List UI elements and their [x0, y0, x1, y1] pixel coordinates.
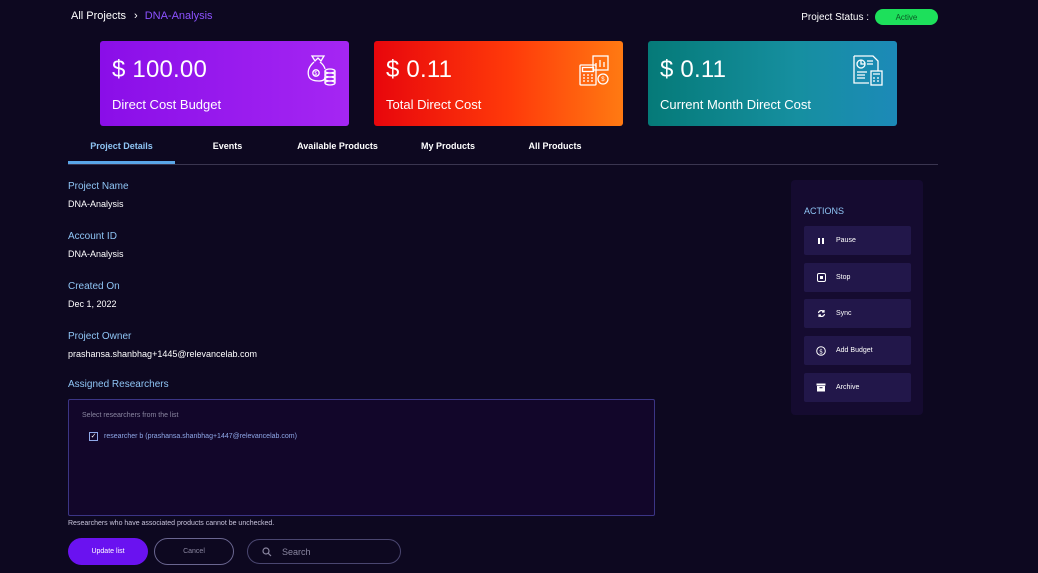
add-budget-button[interactable]: $ Add Budget: [804, 336, 911, 365]
add-budget-label: Add Budget: [836, 347, 873, 354]
assigned-researchers-label: Assigned Researchers: [68, 379, 169, 390]
sync-button[interactable]: Sync: [804, 299, 911, 328]
dollar-coin-icon: $: [816, 345, 826, 356]
pause-button[interactable]: Pause: [804, 226, 911, 255]
researchers-note: Researchers who have associated products…: [68, 520, 275, 527]
total-direct-cost-card: $ 0.11 Total Direct Cost $: [374, 41, 623, 126]
project-tabs: Project Details Events Available Product…: [68, 139, 938, 165]
researcher-checkbox[interactable]: ✓: [89, 432, 98, 441]
tab-project-details[interactable]: Project Details: [68, 139, 175, 164]
account-id-value: DNA-Analysis: [68, 249, 124, 259]
stop-label: Stop: [836, 274, 851, 281]
researcher-label: researcher b (prashansa.shanbhag+1447@re…: [104, 433, 297, 440]
account-id-label: Account ID: [68, 231, 117, 242]
project-status: Project Status : Active: [801, 9, 938, 25]
tab-my-products[interactable]: My Products: [395, 139, 501, 164]
project-name-label: Project Name: [68, 181, 129, 192]
cancel-button[interactable]: Cancel: [154, 538, 234, 565]
stop-icon: [816, 273, 826, 283]
breadcrumb: All Projects › DNA-Analysis: [71, 10, 213, 22]
search-box: [247, 539, 401, 564]
list-item[interactable]: ✓ researcher b (prashansa.shanbhag+1447@…: [89, 432, 297, 441]
status-badge: Active: [875, 9, 938, 25]
card-label: Current Month Direct Cost: [660, 97, 811, 112]
created-on-value: Dec 1, 2022: [68, 299, 117, 309]
breadcrumb-all-projects[interactable]: All Projects: [71, 10, 126, 22]
project-name-value: DNA-Analysis: [68, 199, 124, 209]
breadcrumb-current-project: DNA-Analysis: [144, 10, 213, 22]
actions-panel: ACTIONS Pause Stop Sync $ Add Budget Arc…: [791, 180, 923, 415]
archive-icon: [816, 383, 826, 393]
pause-label: Pause: [836, 237, 856, 244]
project-owner-value: prashansa.shanbhag+1445@relevancelab.com: [68, 349, 258, 359]
calculator-cash-icon: $: [579, 55, 609, 86]
direct-cost-budget-card: $ 100.00 Direct Cost Budget $: [100, 41, 349, 126]
update-list-button[interactable]: Update list: [68, 538, 148, 565]
tab-events[interactable]: Events: [175, 139, 280, 164]
money-bag-icon: $: [307, 55, 336, 86]
project-owner-label: Project Owner: [68, 331, 132, 342]
stop-button[interactable]: Stop: [804, 263, 911, 292]
current-month-direct-cost-card: $ 0.11 Current Month Direct Cost: [648, 41, 897, 126]
created-on-label: Created On: [68, 281, 120, 292]
search-icon: [262, 546, 272, 556]
pause-icon: [816, 236, 826, 246]
tab-available-products[interactable]: Available Products: [280, 139, 395, 164]
report-calculator-icon: [853, 55, 883, 86]
search-input[interactable]: [282, 546, 392, 557]
archive-button[interactable]: Archive: [804, 373, 911, 402]
tab-all-products[interactable]: All Products: [501, 139, 609, 164]
sync-label: Sync: [836, 310, 852, 317]
archive-label: Archive: [836, 384, 860, 391]
svg-text:$: $: [601, 77, 605, 83]
project-status-label: Project Status :: [801, 11, 869, 23]
card-label: Total Direct Cost: [386, 97, 482, 112]
card-label: Direct Cost Budget: [112, 97, 222, 112]
actions-title: ACTIONS: [804, 206, 845, 216]
researchers-list[interactable]: Select researchers from the list ✓ resea…: [68, 399, 655, 516]
sync-icon: [816, 309, 826, 319]
svg-text:$: $: [819, 348, 823, 355]
researchers-list-hint: Select researchers from the list: [82, 412, 179, 419]
breadcrumb-separator-icon: ›: [134, 10, 138, 22]
svg-text:$: $: [314, 71, 317, 77]
